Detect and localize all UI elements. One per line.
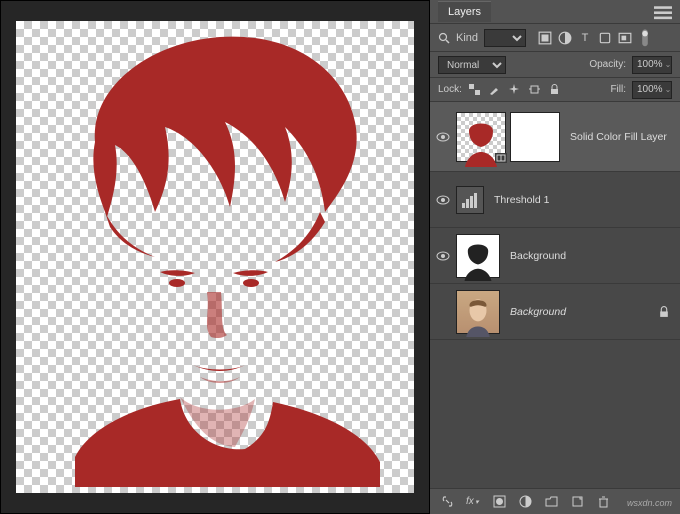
watermark: wsxdn.com	[627, 498, 672, 508]
portrait-silhouette	[35, 27, 395, 487]
layer-thumbnail[interactable]	[456, 234, 500, 278]
fill-value[interactable]: 100%⌄	[632, 81, 672, 99]
filter-type-icon[interactable]: T	[578, 31, 592, 45]
new-adjustment-icon[interactable]	[518, 495, 532, 509]
blend-mode-dropdown[interactable]: Normal	[438, 56, 506, 74]
layers-panel: ◂◂ × Layers Kind T Normal Opacity: 100%⌄…	[430, 0, 680, 514]
fx-icon[interactable]: fx▾	[466, 495, 480, 509]
layer-name[interactable]: Background	[510, 250, 674, 262]
fill-label: Fill:	[610, 84, 626, 95]
kind-label: Kind	[456, 32, 478, 44]
filter-toggle-icon[interactable]	[638, 31, 652, 45]
lock-pixels-icon[interactable]	[488, 84, 502, 95]
lock-all-icon[interactable]	[548, 84, 562, 95]
blend-mode-row: Normal Opacity: 100%⌄	[430, 52, 680, 78]
layer-row[interactable]: Background	[430, 228, 680, 284]
visibility-toggle[interactable]	[436, 193, 450, 207]
layer-thumbnail[interactable]	[456, 112, 506, 162]
layers-tab[interactable]: Layers	[438, 1, 491, 22]
layer-row[interactable]: Background	[430, 284, 680, 340]
new-group-icon[interactable]	[544, 495, 558, 509]
canvas-artwork	[35, 27, 395, 487]
visibility-toggle[interactable]	[436, 249, 450, 263]
layer-row[interactable]: Threshold 1	[430, 172, 680, 228]
lock-position-icon[interactable]	[508, 84, 522, 95]
panel-menu-icon[interactable]	[654, 5, 672, 19]
link-corner-icon	[495, 153, 507, 163]
filter-shape-icon[interactable]	[598, 31, 612, 45]
opacity-label: Opacity:	[589, 59, 626, 70]
adjustment-thumbnail[interactable]	[456, 186, 484, 214]
new-layer-icon[interactable]	[570, 495, 584, 509]
visibility-toggle[interactable]	[436, 130, 450, 144]
layers-list: Solid Color Fill Layer Threshold 1 Backg…	[430, 102, 680, 488]
lock-icon	[658, 306, 670, 318]
search-icon	[438, 32, 450, 44]
lock-transparency-icon[interactable]	[468, 84, 482, 95]
opacity-value[interactable]: 100%⌄	[632, 56, 672, 74]
layer-filter-row: Kind T	[430, 24, 680, 52]
canvas-viewport	[0, 0, 430, 514]
link-layers-icon[interactable]	[440, 495, 454, 509]
filter-kind-dropdown[interactable]	[484, 29, 526, 47]
filter-smart-icon[interactable]	[618, 31, 632, 45]
lock-artboard-icon[interactable]	[528, 84, 542, 95]
panel-header: Layers	[430, 0, 680, 24]
layer-thumbnail[interactable]	[456, 290, 500, 334]
filter-pixel-icon[interactable]	[538, 31, 552, 45]
layer-name[interactable]: Solid Color Fill Layer	[570, 131, 674, 143]
layer-name[interactable]: Background	[510, 306, 652, 318]
filter-adjustment-icon[interactable]	[558, 31, 572, 45]
add-mask-icon[interactable]	[492, 495, 506, 509]
delete-layer-icon[interactable]	[596, 495, 610, 509]
layer-row[interactable]: Solid Color Fill Layer	[430, 102, 680, 172]
layer-mask-thumbnail[interactable]	[510, 112, 560, 162]
lock-row: Lock: Fill: 100%⌄	[430, 78, 680, 102]
layer-name[interactable]: Threshold 1	[494, 194, 674, 206]
transparency-checker	[16, 21, 414, 493]
lock-label: Lock:	[438, 84, 462, 95]
